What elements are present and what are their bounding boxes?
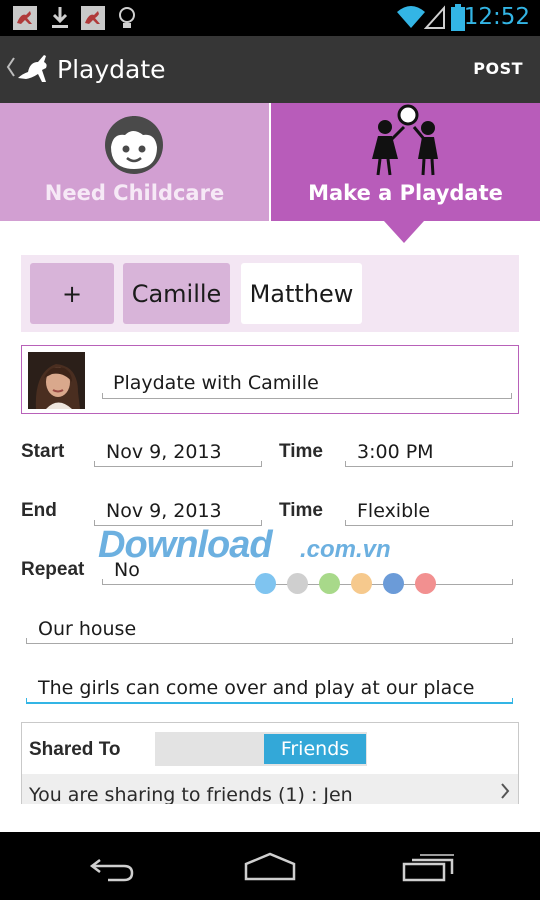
watermark-domain: .com.vn [300, 536, 391, 563]
location-input[interactable]: Our house [38, 618, 136, 640]
tab-need-childcare[interactable]: Need Childcare [0, 103, 269, 221]
shared-to-panel: Shared To Friends You are sharing to fri… [21, 722, 519, 804]
start-label: Start [21, 441, 65, 462]
watermark-dot [415, 573, 436, 594]
child-selector: + Camille Matthew [21, 255, 519, 332]
kangaroo-app-icon [80, 5, 106, 36]
end-time-underline [345, 520, 513, 526]
start-time-field[interactable]: 3:00 PM [357, 441, 434, 463]
kangaroo-logo-icon[interactable] [16, 52, 54, 91]
end-label: End [21, 500, 57, 521]
watermark-dot [287, 573, 308, 594]
watermark-text: Download [98, 524, 273, 566]
post-button[interactable]: POST [473, 59, 523, 78]
tab-make-a-playdate[interactable]: Make a Playdate [271, 103, 540, 221]
chevron-right-icon [500, 782, 510, 804]
start-time-underline [345, 461, 513, 467]
location-underline [26, 638, 513, 644]
nav-bar [0, 832, 540, 900]
watermark-dot [255, 573, 276, 594]
shared-to-label: Shared To [29, 739, 121, 760]
end-time-field[interactable]: Flexible [357, 500, 430, 522]
sharing-summary-row[interactable]: You are sharing to friends (1) : Jen [22, 774, 518, 804]
status-time: 12:52 [463, 4, 530, 30]
end-date-field[interactable]: Nov 9, 2013 [106, 500, 222, 522]
sharing-toggle-friends[interactable]: Friends [264, 734, 366, 764]
action-bar: Playdate POST [0, 36, 540, 103]
selected-tab-indicator [384, 221, 424, 243]
home-icon[interactable] [243, 852, 297, 887]
kids-playing-ball-icon [368, 103, 448, 184]
start-date-underline [94, 461, 262, 467]
status-bar: 12:52 [0, 0, 540, 36]
app-title: Playdate [57, 55, 166, 84]
watermark-dot [383, 573, 404, 594]
start-time-label: Time [279, 441, 324, 462]
sharing-summary-text: You are sharing to friends (1) : Jen [29, 784, 353, 804]
download-icon [48, 5, 72, 36]
lightbulb-icon [116, 5, 138, 36]
signal-icon [423, 4, 446, 35]
recent-apps-icon[interactable] [402, 852, 456, 887]
watermark-dot [351, 573, 372, 594]
repeat-label: Repeat [21, 559, 85, 580]
child-chip-matthew[interactable]: Matthew [241, 263, 362, 324]
playdate-title-row: Playdate with Camille [21, 345, 519, 414]
notes-underline-focused [26, 698, 513, 704]
playdate-title-input[interactable]: Playdate with Camille [113, 372, 319, 394]
tab-make-a-playdate-label: Make a Playdate [308, 181, 503, 205]
end-time-label: Time [279, 500, 324, 521]
tab-need-childcare-label: Need Childcare [44, 181, 225, 205]
start-date-field[interactable]: Nov 9, 2013 [106, 441, 222, 463]
playdate-title-underline [102, 393, 512, 399]
child-chip-camille[interactable]: Camille [123, 263, 230, 324]
avatar[interactable] [28, 352, 85, 409]
child-face-icon [103, 113, 165, 180]
wifi-icon [396, 4, 426, 35]
watermark-dot [319, 573, 340, 594]
sharing-toggle[interactable]: Friends [155, 732, 367, 766]
back-icon[interactable] [88, 854, 136, 887]
kangaroo-app-icon [12, 5, 38, 36]
back-chevron-icon[interactable] [6, 56, 16, 83]
notes-input[interactable]: The girls can come over and play at our … [38, 677, 474, 699]
add-child-button[interactable]: + [30, 263, 114, 324]
